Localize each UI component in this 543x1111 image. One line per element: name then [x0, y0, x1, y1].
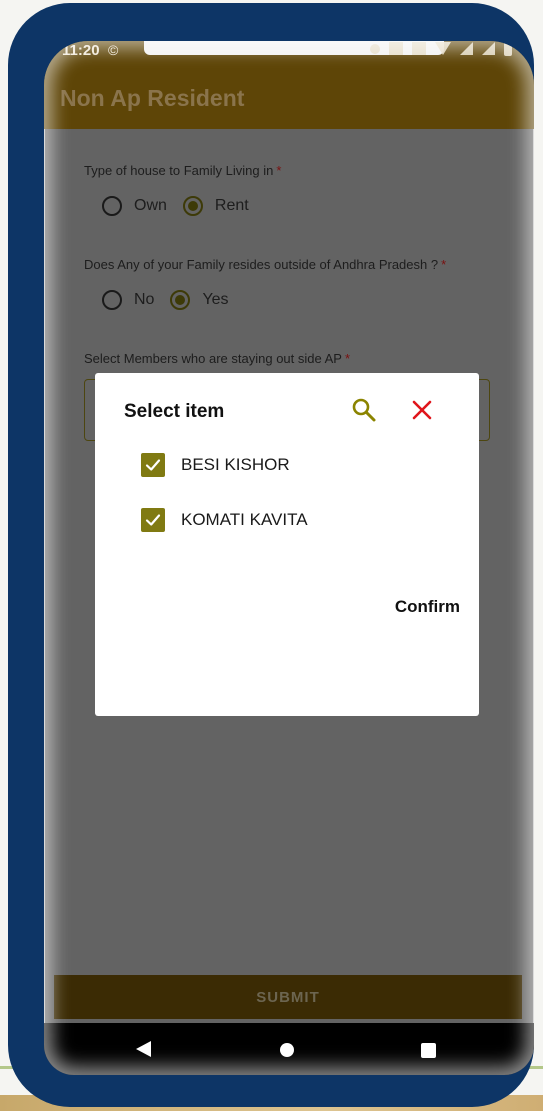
radio-own-circle[interactable]	[102, 196, 122, 216]
radio-no-circle[interactable]	[102, 290, 122, 310]
checkbox[interactable]	[141, 453, 165, 477]
recents-square-icon[interactable]	[421, 1043, 436, 1058]
select-item-dialog: Select item BESI KISHOR KOMATI KAVITA Co…	[95, 373, 479, 716]
status-icons	[370, 42, 512, 56]
back-triangle-icon[interactable]	[136, 1041, 151, 1057]
status-time: 11:20	[62, 42, 100, 59]
close-icon[interactable]	[410, 398, 434, 422]
outside-ap-label: Does Any of your Family resides outside …	[84, 257, 446, 272]
page-title: Non Ap Resident	[60, 85, 245, 111]
app-header: 11:20 © Non Ap Resident	[44, 41, 534, 129]
radio-no-label: No	[134, 291, 155, 308]
check-icon	[145, 514, 161, 526]
dialog-title: Select item	[124, 401, 225, 422]
signal-icon	[460, 42, 473, 55]
required-mark: *	[276, 163, 282, 178]
phone-frame: 11:20 © Non Ap Resident Type of house to…	[8, 3, 534, 1107]
required-mark: *	[441, 257, 447, 272]
status-bar: 11:20 ©	[44, 41, 534, 61]
signal-icon-2	[482, 42, 495, 55]
radio-yes-circle[interactable]	[170, 290, 191, 310]
outside-ap-radio-group: No Yes	[102, 290, 245, 310]
battery-icon	[504, 42, 512, 56]
radio-rent[interactable]: Rent	[182, 196, 249, 216]
home-circle-icon[interactable]	[280, 1043, 294, 1057]
list-item-label: KOMATI KAVITA	[181, 510, 308, 529]
radio-yes[interactable]: Yes	[170, 290, 229, 310]
wifi-icon	[435, 42, 451, 55]
search-icon[interactable]	[351, 397, 377, 423]
list-item-label: BESI KISHOR	[181, 455, 290, 474]
gallery-icon-2	[412, 42, 426, 55]
confirm-button[interactable]: Confirm	[395, 597, 460, 617]
list-item-besi-kishor[interactable]: BESI KISHOR	[141, 453, 290, 477]
outside-ap-label-text: Does Any of your Family resides outside …	[84, 257, 439, 272]
radio-own-label: Own	[134, 197, 167, 214]
required-mark: *	[344, 351, 351, 366]
house-type-label-text: Type of house to Family Living in	[84, 163, 274, 178]
check-icon	[145, 459, 161, 471]
radio-yes-label: Yes	[202, 291, 229, 308]
list-item-komati-kavita[interactable]: KOMATI KAVITA	[141, 508, 308, 532]
radio-rent-circle[interactable]	[182, 196, 203, 216]
whatsapp-icon: ©	[108, 42, 119, 58]
members-label-text: Select Members who are staying out side …	[84, 351, 342, 366]
submit-button[interactable]: SUBMIT	[54, 975, 522, 1019]
house-type-radio-group: Own Rent	[102, 196, 265, 216]
checkbox[interactable]	[141, 508, 165, 532]
phone-screen: 11:20 © Non Ap Resident Type of house to…	[44, 41, 534, 1075]
radio-rent-label: Rent	[214, 197, 249, 214]
vibrate-icon	[370, 44, 380, 54]
members-label: Select Members who are staying out side …	[84, 351, 350, 366]
radio-no[interactable]: No	[102, 290, 154, 310]
nav-bar	[44, 1023, 534, 1075]
radio-own[interactable]: Own	[102, 196, 167, 216]
house-type-label: Type of house to Family Living in *	[84, 163, 281, 178]
gallery-icon	[389, 42, 403, 55]
